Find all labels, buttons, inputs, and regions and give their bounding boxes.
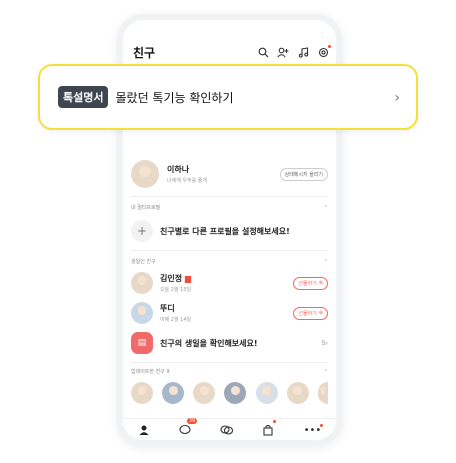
multi-profile-header: 내 멀티프로필 ⌃ xyxy=(131,204,328,212)
multi-profile-cta[interactable]: + 친구별로 다른 프로필을 설정해보세요! xyxy=(131,220,328,242)
divider xyxy=(131,196,328,197)
avatar[interactable] xyxy=(224,382,247,404)
gift-button-label: 선물하기 xyxy=(298,280,317,287)
chevron-up-icon[interactable]: ⌃ xyxy=(324,205,328,211)
bottom-nav: 39 ••• xyxy=(123,417,336,440)
my-profile[interactable]: 이하나 너에게 우주를 줄게 상태메시지 올리기 xyxy=(131,160,328,188)
search-icon[interactable] xyxy=(257,46,269,58)
cake-icon: ▤ xyxy=(131,332,153,354)
settings-icon[interactable] xyxy=(317,45,331,58)
cake-icon: ▆ xyxy=(184,274,192,283)
banner-tag: 톡설명서 xyxy=(58,86,109,108)
avatar xyxy=(131,302,153,324)
chevron-up-icon[interactable]: ⌃ xyxy=(324,259,328,265)
plus-icon: + xyxy=(131,220,153,242)
person-icon[interactable] xyxy=(138,421,150,440)
updated-friends-row xyxy=(131,382,328,404)
notification-dot xyxy=(328,45,331,48)
chat-icon[interactable]: 39 xyxy=(179,417,198,440)
open-chat-icon[interactable] xyxy=(220,421,234,440)
profile-status: 너에게 우주를 줄게 xyxy=(167,178,207,184)
list-item[interactable]: 뚜디 어제 2월 14일 선물하기 ⊕ xyxy=(131,302,328,324)
avatar[interactable] xyxy=(286,382,309,404)
gift-button-label: 선물하기 xyxy=(298,310,317,317)
more-icon[interactable]: ••• xyxy=(304,423,324,436)
birthday-header: 생일인 친구 ⌃ xyxy=(131,258,328,266)
notification-dot xyxy=(320,423,324,427)
birthday-date: 어제 2월 14일 xyxy=(160,317,192,323)
chevron-up-icon[interactable]: ⌃ xyxy=(324,369,328,375)
birthday-date: 오늘 2월 15일 xyxy=(160,287,192,293)
multi-profile-text: 친구별로 다른 프로필을 설정해보세요! xyxy=(160,226,290,236)
gift-button[interactable]: 선물하기 ⊕ xyxy=(293,276,328,290)
divider xyxy=(131,362,328,363)
avatar xyxy=(131,272,153,294)
chevron-right-icon: › xyxy=(325,339,328,347)
shopping-icon[interactable] xyxy=(262,419,277,440)
gift-button[interactable]: 선물하기 ⊕ xyxy=(293,306,328,320)
avatar xyxy=(131,160,159,188)
post-status-button[interactable]: 상태메시지 올리기 xyxy=(279,167,328,181)
avatar[interactable] xyxy=(193,382,216,404)
notification-dot xyxy=(273,419,277,423)
section-label: 업데이트한 친구 9 xyxy=(131,369,170,375)
gift-icon: ⊕ xyxy=(318,310,323,316)
list-item[interactable]: 김인정 ▆ 오늘 2월 15일 선물하기 ⊕ xyxy=(131,272,328,294)
section-label: 내 멀티프로필 xyxy=(131,205,161,211)
avatar[interactable] xyxy=(162,382,185,404)
birthday-check[interactable]: ▤ 친구의 생일을 확인해보세요! 5 › xyxy=(131,332,328,354)
avatar[interactable] xyxy=(255,382,278,404)
avatar[interactable] xyxy=(317,382,328,404)
banner-text: 몰랐던 톡기능 확인하기 xyxy=(115,90,234,105)
divider xyxy=(131,250,328,251)
add-friend-icon[interactable] xyxy=(277,46,289,58)
header: 친구 xyxy=(133,42,331,62)
friend-name: 뚜디 xyxy=(160,304,175,313)
manual-banner[interactable]: 톡설명서 몰랐던 톡기능 확인하기 › xyxy=(38,64,418,130)
updated-header: 업데이트한 친구 9 ⌃ xyxy=(131,368,328,376)
friend-name: 김인정 xyxy=(160,274,183,283)
chevron-right-icon: › xyxy=(394,90,400,106)
profile-name: 이하나 xyxy=(167,165,190,174)
avatar[interactable] xyxy=(131,382,153,404)
page-title: 친구 xyxy=(133,45,156,60)
chat-badge: 39 xyxy=(186,417,198,424)
section-label: 생일인 친구 xyxy=(131,259,156,265)
birthday-check-text: 친구의 생일을 확인해보세요! xyxy=(160,338,258,348)
gift-icon: ⊕ xyxy=(318,280,323,286)
music-icon[interactable] xyxy=(297,46,309,58)
